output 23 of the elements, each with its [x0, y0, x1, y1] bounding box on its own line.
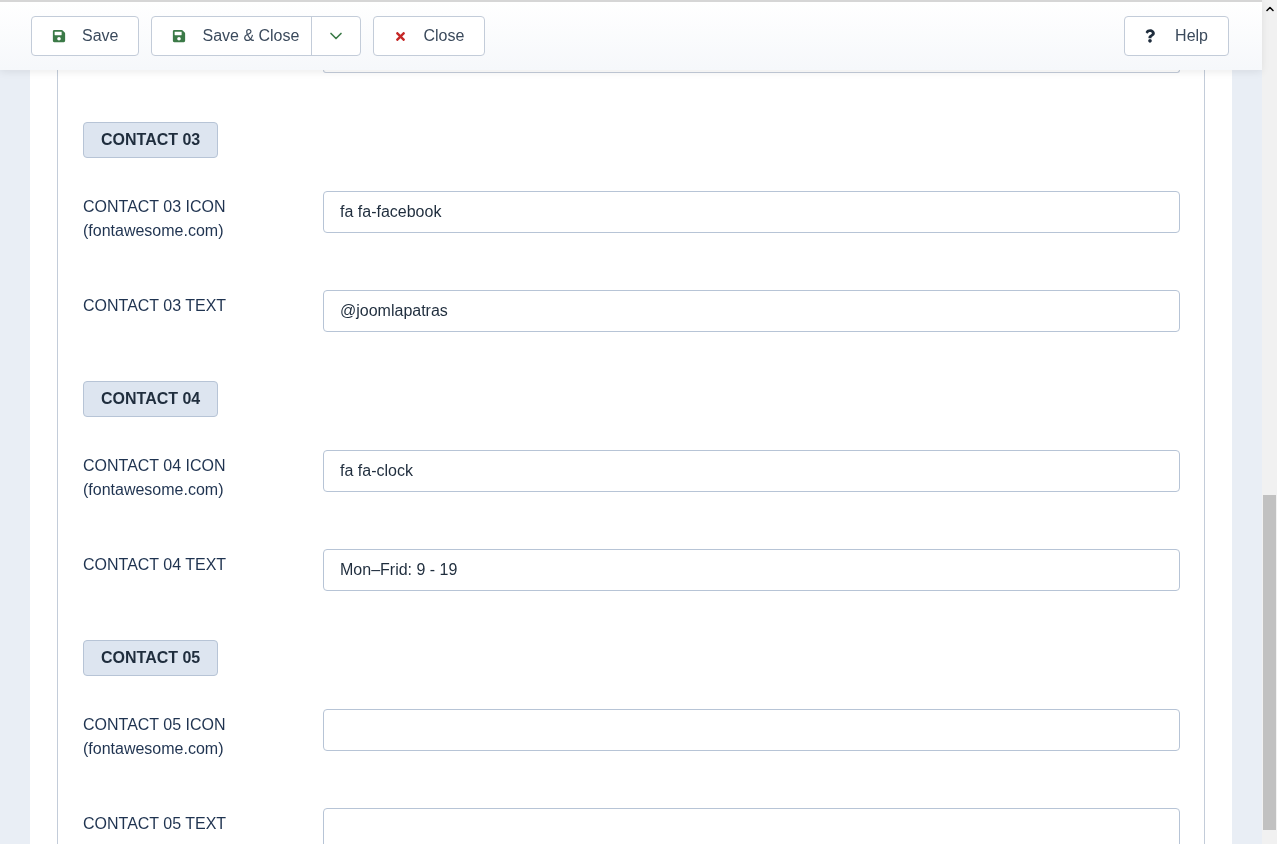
text-input[interactable]: fa fa-clock	[323, 450, 1180, 492]
section-heading: CONTACT 05	[83, 640, 219, 676]
save-button[interactable]: Save	[31, 16, 140, 56]
text-input[interactable]	[323, 709, 1180, 751]
field-label: CONTACT 04 TEXT	[83, 555, 228, 575]
text-input[interactable]: Mon–Frid: 9 - 19	[323, 549, 1180, 591]
field-label: CONTACT 05 TEXT	[83, 814, 228, 834]
text-input[interactable]: fa fa-facebook	[323, 191, 1180, 233]
question-mark-icon	[1145, 29, 1156, 43]
scrollbar[interactable]	[1262, 0, 1277, 844]
close-icon	[394, 29, 408, 43]
field-label: CONTACT 05 ICON (fontawesome.com)	[83, 715, 227, 759]
field-label: CONTACT 04 ICON (fontawesome.com)	[83, 456, 227, 500]
close-button[interactable]: Close	[373, 16, 486, 56]
scrollbar-thumb[interactable]	[1263, 495, 1276, 830]
text-input[interactable]: @joomlapatras	[323, 290, 1180, 332]
save-close-button[interactable]: Save & Close	[152, 17, 313, 55]
field-label: CONTACT 03 ICON (fontawesome.com)	[83, 197, 227, 241]
section-heading: CONTACT 03	[83, 122, 219, 158]
help-button[interactable]: Help	[1124, 16, 1229, 56]
section-heading: CONTACT 04	[83, 381, 219, 417]
text-input[interactable]	[323, 808, 1180, 844]
field-label: CONTACT 03 TEXT	[83, 296, 228, 316]
